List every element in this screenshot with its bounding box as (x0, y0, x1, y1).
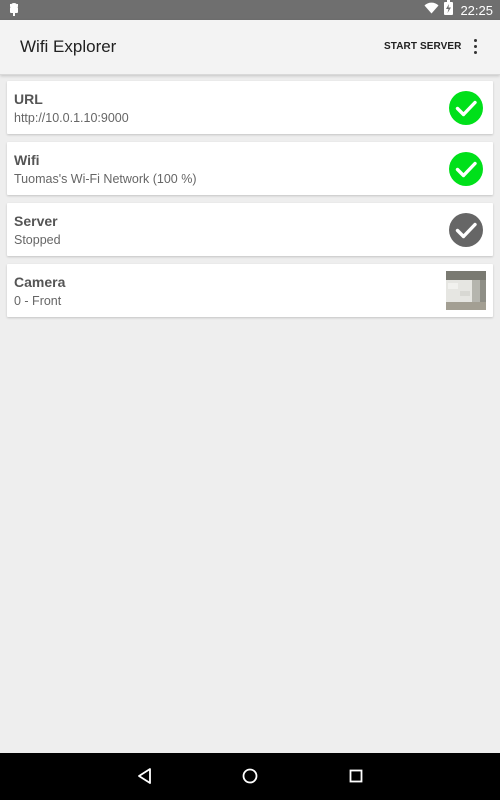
app-bar: Wifi Explorer START SERVER (0, 20, 500, 75)
check-circle-icon (449, 152, 483, 186)
camera-preview-thumbnail (446, 271, 486, 310)
card-subtitle: http://10.0.1.10:9000 (14, 111, 129, 125)
status-clock: 22:25 (460, 2, 493, 18)
check-circle-icon (449, 91, 483, 125)
card-server[interactable]: Server Stopped (7, 203, 493, 256)
card-url[interactable]: URL http://10.0.1.10:9000 (7, 81, 493, 134)
card-camera[interactable]: Camera 0 - Front (7, 264, 493, 317)
card-title: Server (14, 213, 58, 229)
card-title: Wifi (14, 152, 40, 168)
start-server-button[interactable]: START SERVER (384, 41, 462, 52)
check-circle-inactive-icon (449, 213, 483, 247)
battery-charging-icon (444, 0, 454, 20)
card-title: Camera (14, 274, 66, 290)
wifi-icon (424, 1, 439, 19)
back-icon[interactable] (136, 766, 154, 791)
app-title: Wifi Explorer (20, 37, 117, 56)
card-title: URL (14, 91, 43, 107)
overflow-menu-icon[interactable] (466, 36, 484, 58)
card-wifi[interactable]: Wifi Tuomas's Wi-Fi Network (100 %) (7, 142, 493, 195)
card-subtitle: Stopped (14, 233, 61, 247)
recents-icon[interactable] (347, 766, 365, 791)
navigation-bar (0, 753, 500, 800)
status-bar: 22:25 (0, 0, 500, 20)
home-icon[interactable] (241, 766, 259, 791)
card-subtitle: 0 - Front (14, 294, 62, 308)
card-subtitle: Tuomas's Wi-Fi Network (100 %) (14, 172, 197, 186)
